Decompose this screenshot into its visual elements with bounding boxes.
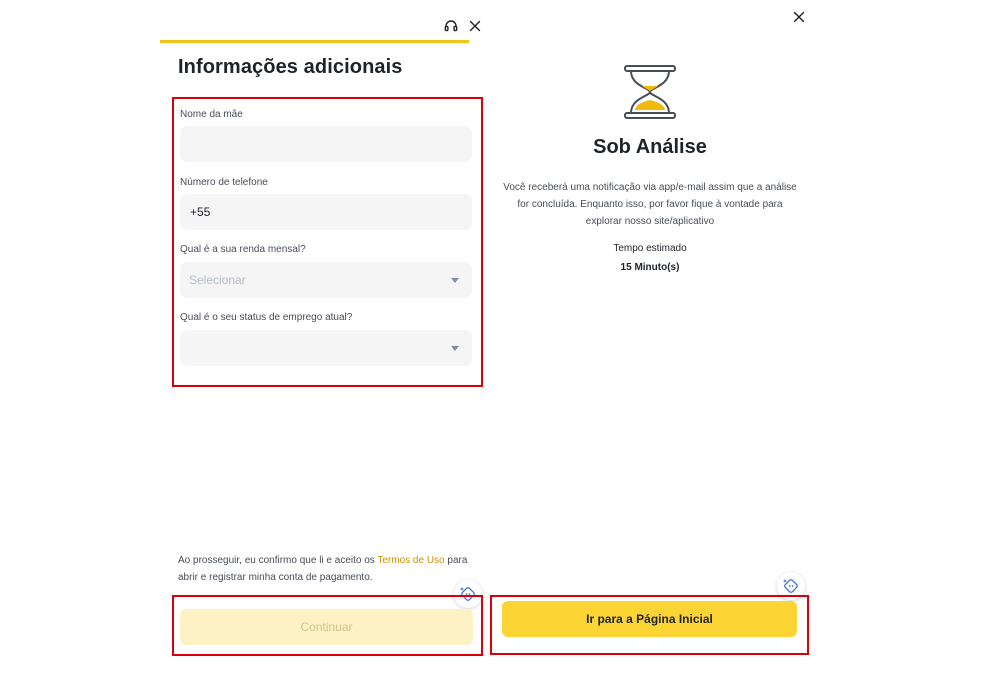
continue-button[interactable]: Continuar xyxy=(180,609,473,645)
income-label: Qual é a sua renda mensal? xyxy=(180,244,306,255)
chevron-down-icon xyxy=(451,277,459,283)
estimated-time-value: 15 Minuto(s) xyxy=(620,262,680,273)
magic-helper-icon xyxy=(783,579,798,593)
page-title: Informações adicionais xyxy=(178,56,403,78)
phone-label: Número de telefone xyxy=(180,177,268,188)
go-home-button[interactable]: Ir para a Página Inicial xyxy=(502,601,797,637)
mother-name-input[interactable] xyxy=(180,126,472,162)
headset-icon xyxy=(444,20,458,32)
progress-fill xyxy=(160,40,469,43)
terms-text: Ao prosseguir, eu confirmo que li e acei… xyxy=(178,552,478,586)
estimated-time-label: Tempo estimado xyxy=(613,243,687,254)
income-select[interactable]: Selecionar xyxy=(180,262,472,298)
status-description: Você receberá uma notificação via app/e-… xyxy=(503,182,797,227)
status-title: Sob Análise xyxy=(593,136,707,158)
support-button[interactable] xyxy=(442,17,460,35)
employment-label: Qual é o seu status de emprego atual? xyxy=(180,312,353,323)
chevron-down-icon xyxy=(451,345,459,351)
hourglass-icon xyxy=(624,65,676,119)
close-icon xyxy=(793,11,805,23)
progress-bar xyxy=(160,40,469,43)
close-form-button[interactable] xyxy=(466,17,484,35)
terms-of-use-link[interactable]: Termos de Uso xyxy=(377,555,444,566)
terms-prefix: Ao prosseguir, eu confirmo que li e acei… xyxy=(178,555,378,566)
under-review-panel: Sob Análise Você receberá uma notificaçã… xyxy=(490,0,820,675)
close-review-button[interactable] xyxy=(790,8,808,26)
income-select-placeholder: Selecionar xyxy=(189,273,246,287)
employment-select[interactable] xyxy=(180,330,472,366)
mother-name-label: Nome da mãe xyxy=(180,109,243,120)
additional-info-panel: Informações adicionais Nome da mãe Númer… xyxy=(160,0,490,675)
phone-input[interactable] xyxy=(180,194,472,230)
close-icon xyxy=(469,20,481,32)
